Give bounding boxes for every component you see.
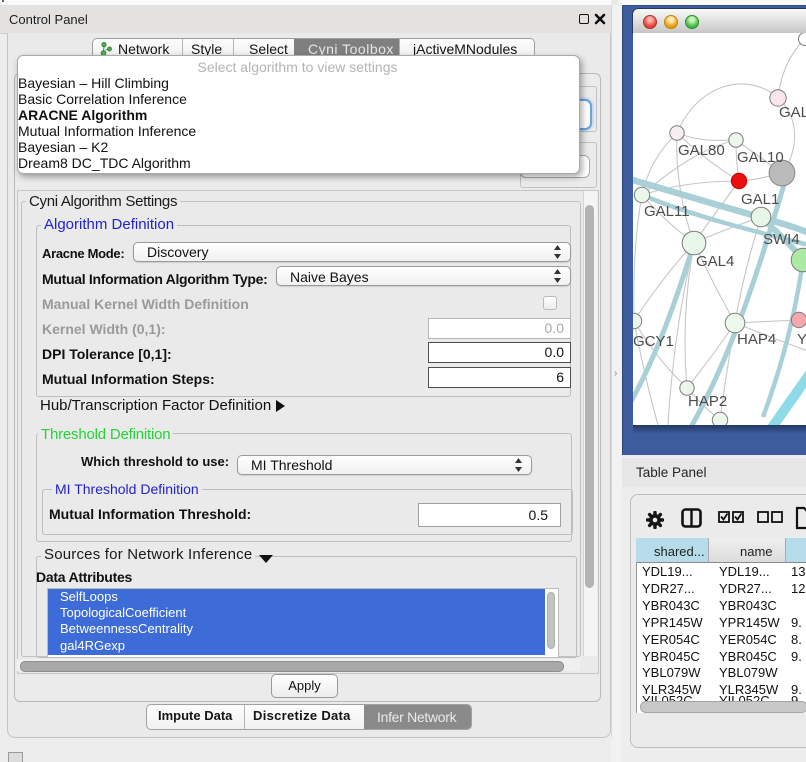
svg-text:GAL1: GAL1: [741, 191, 779, 208]
svg-text:GAL4: GAL4: [696, 253, 734, 270]
svg-text:HAP4: HAP4: [737, 331, 776, 348]
svg-text:HAP2: HAP2: [688, 393, 727, 410]
svg-text:SWI4: SWI4: [763, 231, 800, 248]
svg-text:GAL10: GAL10: [737, 149, 784, 166]
svg-text:Y: Y: [797, 331, 806, 348]
svg-text:GAL11: GAL11: [644, 203, 690, 220]
svg-text:GAL7: GAL7: [779, 104, 806, 121]
svg-text:GCY1: GCY1: [633, 333, 674, 350]
svg-text:GAL80: GAL80: [678, 142, 725, 159]
